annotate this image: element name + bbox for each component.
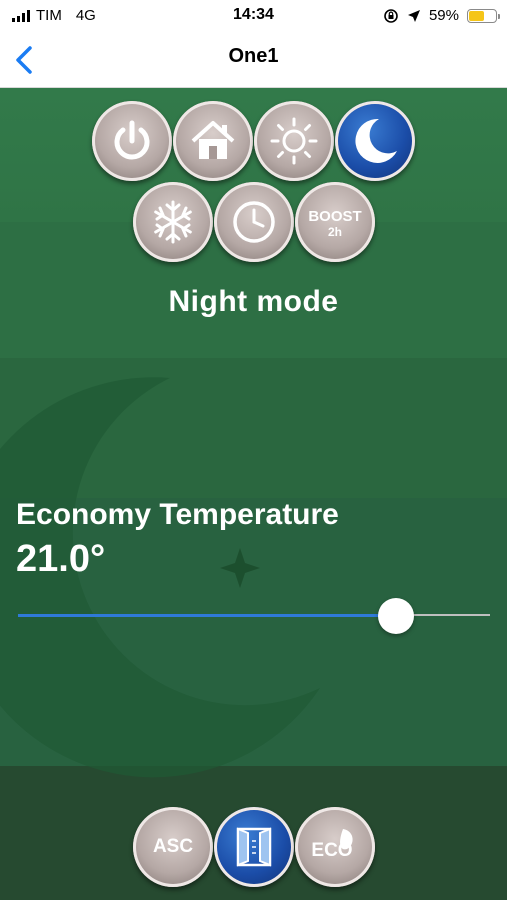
nav-bar: One1 — [0, 32, 507, 88]
window-icon — [236, 827, 272, 867]
rotation-lock-icon — [384, 8, 398, 23]
schedule-button[interactable] — [214, 182, 294, 262]
sun-icon — [270, 117, 318, 165]
home-mode-button[interactable] — [173, 101, 253, 181]
moon-icon — [355, 118, 397, 163]
slider-fill — [18, 614, 396, 617]
slider-thumb[interactable] — [377, 598, 414, 634]
temperature-slider[interactable] — [18, 596, 490, 636]
asc-button[interactable]: ASC — [133, 807, 213, 887]
asc-label: ASC — [152, 836, 194, 857]
home-icon — [191, 121, 235, 159]
page-title: One1 — [228, 45, 279, 67]
antifreeze-button[interactable] — [133, 182, 213, 262]
power-button[interactable] — [92, 101, 172, 181]
main-panel: BOOST 2h Night mode Economy Temperature … — [0, 88, 507, 900]
boost-button[interactable]: BOOST 2h — [295, 182, 375, 262]
window-open-button[interactable] — [214, 807, 294, 887]
battery-fill — [469, 10, 485, 21]
boost-duration: 2h — [327, 225, 342, 239]
status-right: 59% — [383, 7, 500, 24]
night-mode-button[interactable] — [335, 101, 415, 181]
clock-icon — [233, 201, 275, 243]
status-bar: TIM 4G 14:34 59% — [0, 0, 507, 32]
temperature-label: Economy Temperature — [16, 498, 339, 531]
boost-label: BOOST — [308, 208, 362, 225]
location-arrow-icon — [407, 9, 420, 22]
battery-icon — [467, 8, 500, 23]
battery-percent: 59% — [428, 7, 459, 24]
current-mode-label: Night mode — [168, 285, 339, 318]
eco-button[interactable]: ECO — [295, 807, 375, 887]
day-mode-button[interactable] — [254, 101, 334, 181]
temperature-value: 21.0° — [16, 538, 106, 580]
eco-label: ECO — [311, 840, 353, 861]
power-icon — [114, 120, 150, 160]
snowflake-icon — [154, 200, 192, 244]
